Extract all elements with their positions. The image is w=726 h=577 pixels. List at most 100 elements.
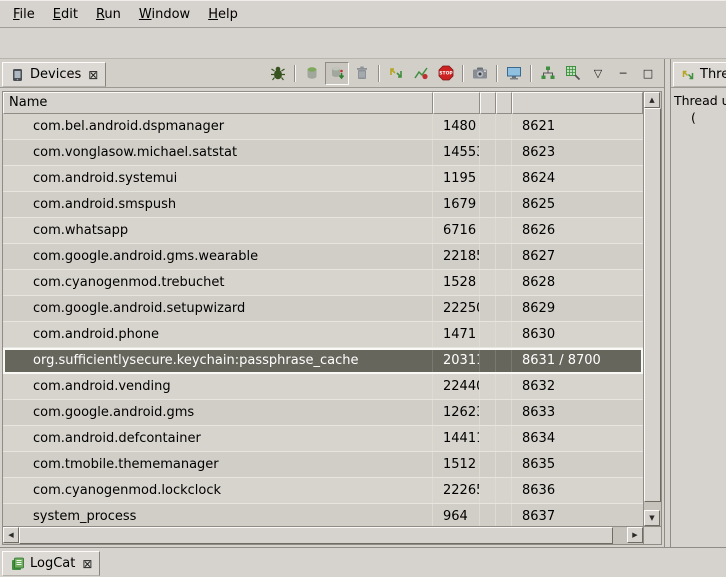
table-row[interactable]: com.android.phone 1471 8630 <box>3 322 643 348</box>
process-name: com.vonglasow.michael.satstat <box>3 140 433 165</box>
process-name: com.whatsapp <box>3 218 433 243</box>
process-status-cell <box>480 270 496 295</box>
tab-devices[interactable]: Devices ⊠ <box>2 62 106 87</box>
table-header: Name <box>3 92 643 114</box>
process-name: com.android.systemui <box>3 166 433 191</box>
table-row[interactable]: com.whatsapp 6716 8626 <box>3 218 643 244</box>
menu-window[interactable]: Window <box>130 4 199 25</box>
horizontal-scrollbar[interactable]: ◀ ▶ <box>3 527 643 544</box>
pixel-perfect-button[interactable] <box>561 62 585 85</box>
close-icon[interactable]: ⊠ <box>88 69 98 81</box>
table-row[interactable]: com.android.systemui 1195 8624 <box>3 166 643 192</box>
column-header-pid[interactable] <box>433 92 480 114</box>
table-row[interactable]: com.cyanogenmod.trebuchet 1528 8628 <box>3 270 643 296</box>
table-row[interactable]: com.android.vending 22440 8632 <box>3 374 643 400</box>
process-port: 8628 <box>512 270 643 295</box>
grid-magnifier-icon <box>565 65 581 81</box>
menu-window-mnemonic: W <box>139 7 152 22</box>
main-area: Devices ⊠ <box>0 59 726 547</box>
menu-run-label: un <box>104 7 120 22</box>
update-heap-button[interactable] <box>300 62 324 85</box>
method-profiling-button[interactable] <box>409 62 433 85</box>
stop-sign-icon: STOP <box>438 65 454 81</box>
process-status-cell <box>480 452 496 477</box>
vertical-scrollbar[interactable]: ▲ ▼ <box>643 92 661 526</box>
cause-gc-button[interactable] <box>350 62 374 85</box>
menu-edit[interactable]: Edit <box>44 4 87 25</box>
process-pid: 964 <box>433 504 480 526</box>
process-table: Name com.bel.android.dspmanager 1480 862… <box>2 91 662 545</box>
horizontal-scroll-track[interactable] <box>19 527 627 544</box>
process-pid: 1480 <box>433 114 480 139</box>
vertical-scroll-track[interactable] <box>644 108 661 510</box>
hierarchy-viewer-button[interactable] <box>536 62 560 85</box>
process-pid: 22265 <box>433 478 480 503</box>
process-status-cell <box>496 192 512 217</box>
threads-message: Thread up ( <box>671 88 726 130</box>
screen-capture-button[interactable] <box>468 62 492 85</box>
scroll-down-button[interactable]: ▼ <box>644 510 660 526</box>
column-header-name[interactable]: Name <box>3 92 433 114</box>
process-pid: 12623 <box>433 400 480 425</box>
stop-process-button[interactable]: STOP <box>434 62 458 85</box>
table-row[interactable]: com.google.android.setupwizard 22250 862… <box>3 296 643 322</box>
process-name: com.android.smspush <box>3 192 433 217</box>
process-pid: 6716 <box>433 218 480 243</box>
process-port: 8633 <box>512 400 643 425</box>
table-row[interactable]: com.android.defcontainer 14411 8634 <box>3 426 643 452</box>
table-row[interactable]: com.tmobile.thememanager 1512 8635 <box>3 452 643 478</box>
update-threads-button[interactable] <box>384 62 408 85</box>
column-header-port[interactable] <box>512 92 643 114</box>
table-row[interactable]: com.cyanogenmod.lockclock 22265 8636 <box>3 478 643 504</box>
process-status-cell <box>480 244 496 269</box>
close-icon[interactable]: ⊠ <box>82 558 92 570</box>
menu-help[interactable]: Help <box>199 4 247 25</box>
maximize-button[interactable]: □ <box>636 62 660 85</box>
table-row[interactable]: system_process 964 8637 <box>3 504 643 526</box>
scroll-right-icon: ▶ <box>632 531 637 539</box>
tab-logcat[interactable]: LogCat ⊠ <box>2 551 100 576</box>
column-header-status1[interactable] <box>480 92 496 114</box>
table-row[interactable]: org.sufficientlysecure.keychain:passphra… <box>3 348 643 374</box>
monitor-icon <box>506 65 522 81</box>
vertical-scroll-thumb[interactable] <box>644 108 661 502</box>
menu-run[interactable]: Run <box>87 4 130 25</box>
process-status-cell <box>480 114 496 139</box>
view-menu-button[interactable]: ▽ <box>586 62 610 85</box>
scroll-up-button[interactable]: ▲ <box>644 92 660 108</box>
horizontal-scrollbar-row: ◀ ▶ <box>3 526 661 544</box>
process-pid: 22250 <box>433 296 480 321</box>
process-name: system_process <box>3 504 433 526</box>
process-pid: 22440 <box>433 374 480 399</box>
method-profiling-icon <box>413 65 429 81</box>
column-header-status2[interactable] <box>496 92 512 114</box>
process-port: 8635 <box>512 452 643 477</box>
horizontal-scroll-thumb[interactable] <box>19 527 613 544</box>
dump-hprof-button[interactable] <box>325 62 349 85</box>
table-row[interactable]: com.google.android.gms.wearable 22185 86… <box>3 244 643 270</box>
menu-file[interactable]: File <box>4 4 44 25</box>
table-row[interactable]: com.android.smspush 1679 8625 <box>3 192 643 218</box>
process-port: 8634 <box>512 426 643 451</box>
process-status-cell <box>496 166 512 191</box>
tab-logcat-label: LogCat <box>30 556 75 571</box>
process-status-cell <box>496 348 512 373</box>
process-pid: 14553 <box>433 140 480 165</box>
minimize-icon: ─ <box>620 68 627 79</box>
process-port: 8636 <box>512 478 643 503</box>
devices-panel: Devices ⊠ <box>0 59 665 547</box>
scroll-right-button[interactable]: ▶ <box>627 527 643 543</box>
table-row[interactable]: com.bel.android.dspmanager 1480 8621 <box>3 114 643 140</box>
table-row[interactable]: com.vonglasow.michael.satstat 14553 8623 <box>3 140 643 166</box>
dump-view-hierarchy-button[interactable] <box>502 62 526 85</box>
process-table-columns: Name com.bel.android.dspmanager 1480 862… <box>3 92 643 526</box>
minimize-button[interactable]: ─ <box>611 62 635 85</box>
debug-process-button[interactable] <box>266 62 290 85</box>
table-row[interactable]: com.google.android.gms 12623 8633 <box>3 400 643 426</box>
tab-threads[interactable]: Threads <box>673 62 726 87</box>
threads-tabstrip: Threads <box>671 59 726 88</box>
scroll-left-button[interactable]: ◀ <box>3 527 19 543</box>
process-name: com.cyanogenmod.lockclock <box>3 478 433 503</box>
process-status-cell <box>496 114 512 139</box>
devices-toolbar: STOP ▽ <box>266 62 664 85</box>
